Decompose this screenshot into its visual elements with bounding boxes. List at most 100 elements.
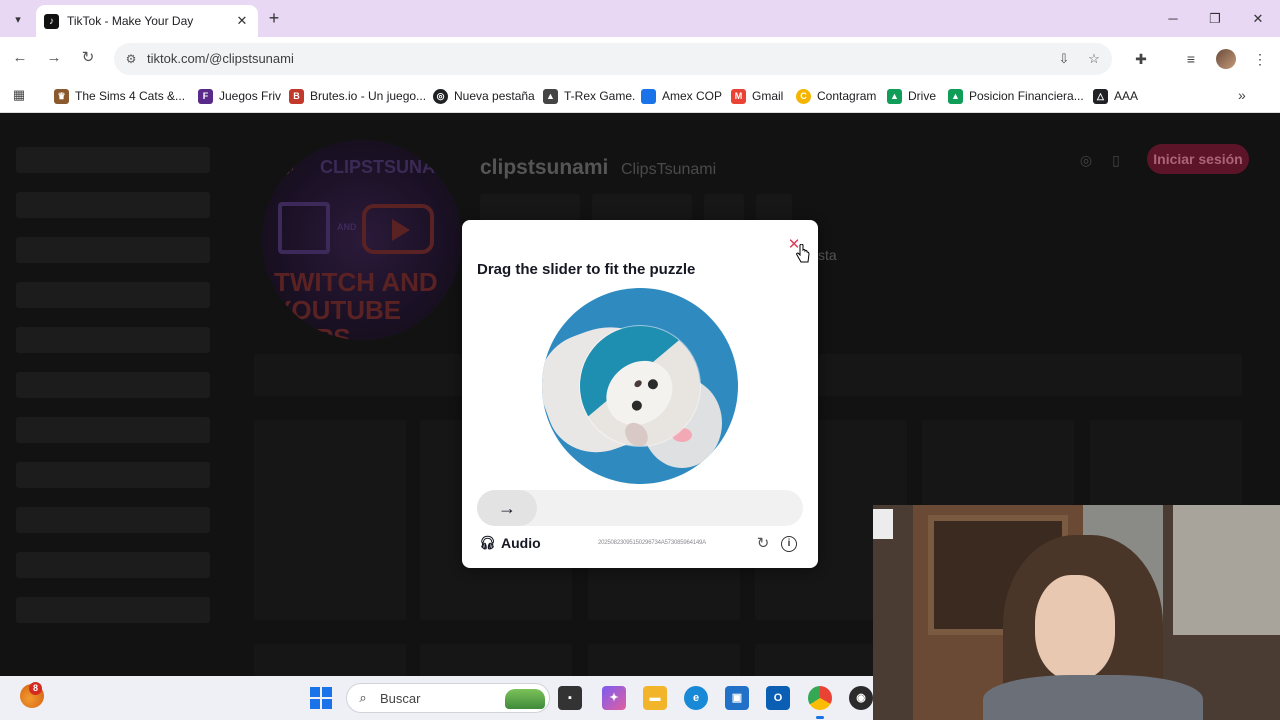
audio-button[interactable]: 🎧︎ Audio	[479, 535, 541, 551]
more-bookmarks-icon[interactable]: »	[1238, 87, 1246, 103]
media-controls-icon[interactable]: ≡	[1181, 49, 1201, 69]
slider-track[interactable]: →	[477, 490, 803, 526]
dino-icon: ▲	[543, 88, 558, 104]
stat-skeleton	[756, 194, 792, 220]
video-skeleton	[254, 420, 406, 620]
minimize-button[interactable]: ─	[1162, 8, 1184, 30]
windows-start-icon[interactable]	[310, 687, 332, 709]
close-window-button[interactable]: ✕	[1247, 8, 1269, 30]
slider-handle[interactable]: →	[477, 490, 537, 526]
bookmark-item[interactable]: Amex COP	[641, 86, 722, 106]
sidebar-skeleton	[16, 597, 210, 623]
sidebar-skeleton	[16, 147, 210, 173]
chrome-menu-icon[interactable]: ⋮	[1250, 49, 1270, 69]
drive-icon: ▲	[887, 88, 902, 104]
bookmark-item[interactable]: M Gmail	[731, 86, 783, 106]
device-icon[interactable]: ▯	[1106, 150, 1126, 170]
sidebar-skeleton	[16, 192, 210, 218]
search-highlight-image	[505, 689, 545, 709]
tab-search-icon[interactable]: ▾	[6, 8, 30, 30]
video-skeleton	[254, 644, 406, 676]
bookmark-item[interactable]: ♛ The Sims 4 Cats &...	[54, 86, 185, 106]
login-button[interactable]: Iniciar sesión	[1147, 144, 1249, 174]
drive-icon: ▲	[948, 88, 963, 104]
edge-icon[interactable]: e	[684, 686, 708, 710]
video-skeleton	[420, 644, 572, 676]
profile-avatar[interactable]	[1216, 49, 1236, 69]
sidebar-skeleton	[16, 462, 210, 488]
apps-grid-icon[interactable]: ▦	[11, 87, 27, 103]
captcha-id: 20250823095150296734A573085964149A	[598, 540, 706, 546]
site-info-icon[interactable]: ⚙	[122, 50, 140, 68]
tiktok-logo-icon: ♪	[282, 150, 296, 181]
profile-username: clipstsunami	[480, 156, 609, 179]
gmail-icon: M	[731, 88, 746, 104]
partial-text: sta	[818, 247, 837, 263]
audio-label: Audio	[501, 535, 541, 551]
browser-tab[interactable]: ♪ TikTok - Make Your Day ✕	[36, 5, 258, 37]
sidebar-skeleton	[16, 237, 210, 263]
new-tab-button[interactable]: +	[264, 8, 284, 28]
obs-icon[interactable]: ◉	[849, 686, 873, 710]
headphones-icon: 🎧︎	[479, 535, 496, 550]
sidebar-skeleton	[16, 327, 210, 353]
bookmark-item[interactable]: △ AAA	[1093, 86, 1138, 106]
forward-button[interactable]: →	[44, 48, 64, 68]
windows-taskbar: 8 ⌕ Buscar ▪ ✦ ▬ e ▣ O ◉	[0, 676, 873, 720]
info-icon[interactable]: i	[781, 536, 797, 552]
install-app-icon[interactable]: ⇩	[1055, 50, 1073, 68]
task-view-icon[interactable]: ▪	[558, 686, 582, 710]
captcha-title: Drag the slider to fit the puzzle	[477, 261, 696, 278]
active-app-indicator	[816, 716, 824, 719]
search-icon: ⌕	[359, 690, 367, 705]
tab-title: TikTok - Make Your Day	[67, 14, 194, 28]
globe-icon: ◎	[433, 88, 448, 104]
twitch-logo-icon	[278, 202, 330, 254]
play-icon	[392, 219, 410, 241]
stat-skeleton	[592, 194, 692, 220]
bookmark-item[interactable]: ▲ Posicion Financiera...	[948, 86, 1084, 106]
contagram-icon: C	[796, 88, 811, 104]
amex-icon	[641, 88, 656, 104]
hand-cursor-icon	[796, 244, 810, 263]
bookmarks-bar: ▦ ♛ The Sims 4 Cats &... F Juegos Friv B Br…	[0, 79, 1280, 113]
profile-avatar-image: ♪ CLIPSTSUNAMI AND TWITCH AND YOUTUBE CL…	[262, 140, 462, 340]
stat-skeleton	[704, 194, 744, 220]
profile-nickname: ClipsTsunami	[621, 161, 717, 178]
captcha-modal: Drag the slider to fit the puzzle ✕ → 🎧︎…	[462, 220, 818, 568]
triangle-icon: △	[1093, 88, 1108, 104]
bookmark-item[interactable]: ▲ Drive	[887, 86, 936, 106]
bookmark-item[interactable]: C Contagram	[796, 86, 876, 106]
video-skeleton	[588, 644, 740, 676]
coins-icon[interactable]: ◎	[1076, 150, 1096, 170]
refresh-icon[interactable]: ↻	[754, 535, 772, 553]
bookmark-star-icon[interactable]: ☆	[1085, 50, 1103, 68]
video-skeleton	[755, 644, 873, 676]
sidebar-skeleton	[16, 417, 210, 443]
sidebar-skeleton	[16, 282, 210, 308]
sidebar-skeleton	[16, 552, 210, 578]
store-icon[interactable]: ▣	[725, 686, 749, 710]
back-button[interactable]: ←	[10, 48, 30, 68]
bookmark-item[interactable]: F Juegos Friv	[198, 86, 281, 106]
bookmark-item[interactable]: ▲ T-Rex Game.	[543, 86, 635, 106]
sidebar-skeleton	[16, 507, 210, 533]
reload-button[interactable]: ↻	[78, 48, 98, 68]
url-text: tiktok.com/@clipstsunami	[147, 51, 294, 66]
browser-toolbar: ← → ↻ ⚙ tiktok.com/@clipstsunami ⇩ ☆ ✚ ≡…	[0, 37, 1280, 79]
chrome-icon[interactable]	[808, 686, 832, 710]
outlook-icon[interactable]: O	[766, 686, 790, 710]
brutes-icon: B	[289, 88, 304, 104]
friv-icon: F	[198, 88, 213, 104]
file-explorer-icon[interactable]: ▬	[643, 686, 667, 710]
restore-button[interactable]: ❐	[1204, 8, 1226, 30]
sims-icon: ♛	[54, 88, 69, 104]
extensions-icon[interactable]: ✚	[1131, 49, 1151, 69]
address-bar[interactable]: ⚙ tiktok.com/@clipstsunami ⇩ ☆	[114, 43, 1112, 75]
copilot-icon[interactable]: ✦	[602, 686, 626, 710]
sidebar-skeleton	[16, 372, 210, 398]
bookmark-item[interactable]: ◎ Nueva pestaña	[433, 86, 535, 106]
taskbar-search-input[interactable]: ⌕ Buscar	[346, 683, 550, 713]
bookmark-item[interactable]: B Brutes.io - Un juego...	[289, 86, 426, 106]
tab-close-icon[interactable]: ✕	[234, 13, 250, 29]
